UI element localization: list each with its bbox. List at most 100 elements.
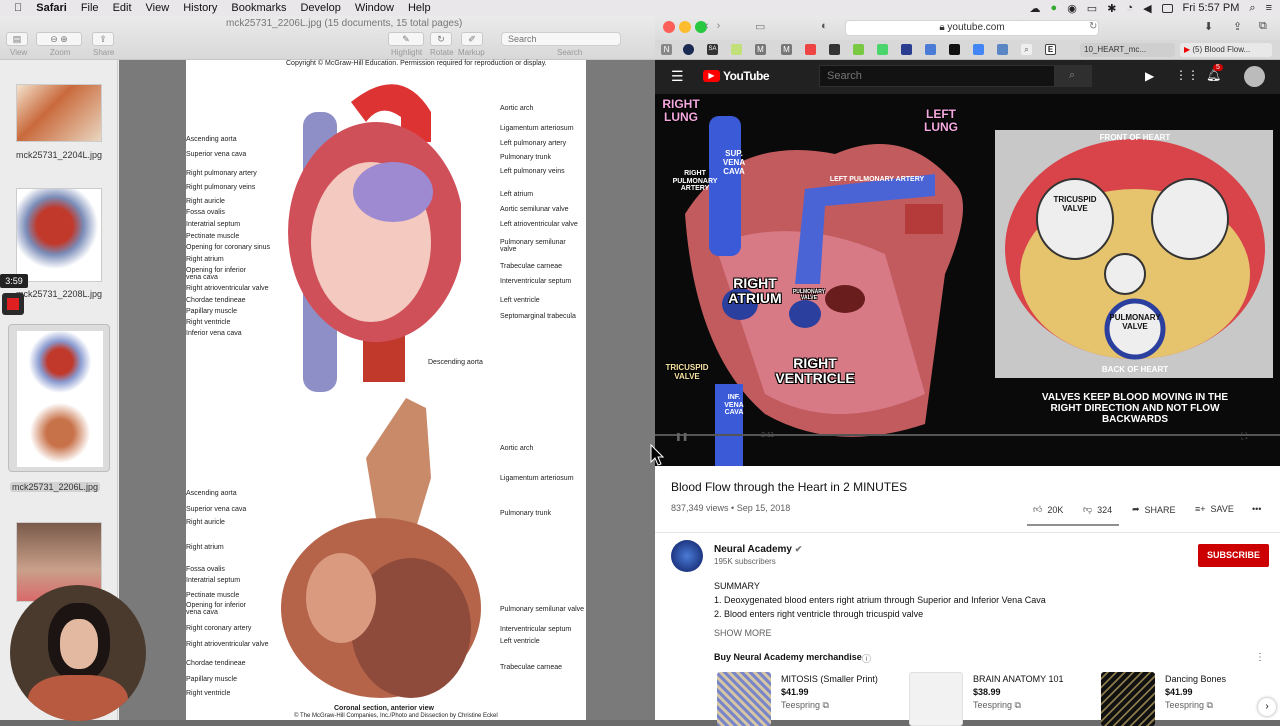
menu-develop[interactable]: Develop bbox=[300, 2, 340, 14]
account-avatar[interactable] bbox=[1244, 66, 1265, 87]
bookmark-7[interactable] bbox=[805, 44, 816, 55]
menu-history[interactable]: History bbox=[183, 2, 217, 14]
bookmark-sa[interactable]: SA bbox=[707, 44, 718, 55]
fullscreen-icon[interactable]: ⛶ bbox=[1241, 431, 1247, 442]
minimize-window-button[interactable] bbox=[679, 21, 691, 33]
subscribe-button[interactable]: SUBSCRIBE bbox=[1198, 544, 1269, 567]
bookmark-n[interactable]: N bbox=[661, 44, 672, 55]
preview-search-input[interactable] bbox=[501, 32, 621, 46]
highlight-label: Highlight bbox=[391, 48, 423, 57]
volume-icon[interactable]: ◀ bbox=[1143, 2, 1151, 15]
youtube-search-button[interactable]: ⌕ bbox=[1055, 65, 1092, 87]
cloud-icon[interactable]: ☁ bbox=[1030, 2, 1041, 15]
merch-image-3[interactable] bbox=[1101, 672, 1155, 726]
merch-item-2[interactable]: BRAIN ANATOMY 101 $38.99 Teespring ⧉ bbox=[973, 674, 1064, 711]
apps-grid-icon[interactable]: ⋮⋮ bbox=[1175, 68, 1199, 82]
label-left-atrium: Left atrium bbox=[500, 191, 534, 198]
youtube-search-input[interactable] bbox=[819, 65, 1055, 87]
create-video-icon[interactable]: ▶ bbox=[1145, 69, 1154, 83]
figure-credit: © The McGraw-Hill Companies, Inc./Photo … bbox=[294, 713, 498, 719]
forward-icon[interactable]: › bbox=[717, 20, 721, 36]
bookmark-m2[interactable]: M bbox=[781, 44, 792, 55]
share-button[interactable]: ⇪ bbox=[92, 32, 114, 46]
status-dot-icon[interactable]: ● bbox=[1051, 2, 1058, 14]
highlight-button[interactable]: ✎ bbox=[388, 32, 424, 46]
address-bar[interactable]: 🔒︎ youtube.com bbox=[845, 20, 1099, 36]
like-button[interactable]: 👍︎ 20K bbox=[1033, 504, 1063, 515]
notification-center-icon[interactable]: ≡ bbox=[1266, 2, 1272, 14]
zoom-button[interactable]: ⊖ ⊕ bbox=[36, 32, 82, 46]
merch-image-1[interactable] bbox=[717, 672, 771, 726]
menu-file[interactable]: File bbox=[81, 2, 99, 14]
label-septomarginal-trabecula: Septomarginal trabecula bbox=[500, 313, 576, 320]
youtube-tab-icon: ▶ bbox=[1184, 45, 1191, 54]
stop-recording-button[interactable] bbox=[2, 293, 24, 315]
merch-next-chevron-icon[interactable]: › bbox=[1258, 698, 1276, 716]
menu-help[interactable]: Help bbox=[408, 2, 431, 14]
close-window-button[interactable] bbox=[663, 21, 675, 33]
menu-edit[interactable]: Edit bbox=[113, 2, 132, 14]
bluetooth-icon[interactable]: ✱ bbox=[1107, 2, 1116, 15]
back-icon[interactable]: ‹ bbox=[705, 20, 709, 36]
spotlight-icon[interactable]: ⌕ bbox=[1249, 2, 1255, 15]
bookmark-e[interactable]: E bbox=[1045, 44, 1056, 55]
show-more-button[interactable]: SHOW MORE bbox=[714, 628, 772, 638]
reload-icon[interactable]: ↻ bbox=[1089, 21, 1097, 32]
menu-window[interactable]: Window bbox=[355, 2, 394, 14]
bookmark-12[interactable] bbox=[925, 44, 936, 55]
bookmark-15[interactable] bbox=[997, 44, 1008, 55]
channel-name[interactable]: Neural Academy ✔ bbox=[714, 544, 802, 555]
apple-icon[interactable]:  bbox=[14, 2, 22, 14]
merch-menu-icon[interactable]: ⋮ bbox=[1255, 652, 1265, 663]
menu-app-name[interactable]: Safari bbox=[36, 2, 67, 14]
tab-youtube-active[interactable]: ▶ (5) Blood Flow... bbox=[1180, 43, 1272, 57]
figure-caption: Coronal section, anterior view bbox=[334, 705, 434, 712]
merch-2-seller: Teespring bbox=[973, 700, 1013, 710]
bookmark-13[interactable] bbox=[949, 44, 960, 55]
markup-button[interactable]: ✐ bbox=[461, 32, 483, 46]
tabs-overview-icon[interactable]: ⧉ bbox=[1259, 20, 1267, 33]
download-icon[interactable]: ⬇ bbox=[1204, 20, 1213, 33]
menu-view[interactable]: View bbox=[146, 2, 170, 14]
merch-item-1[interactable]: MITOSIS (Smaller Print) $41.99 Teespring… bbox=[781, 674, 878, 711]
save-button[interactable]: ≡+ SAVE bbox=[1195, 504, 1234, 514]
thumbnail-1[interactable] bbox=[16, 84, 102, 142]
menu-bookmarks[interactable]: Bookmarks bbox=[231, 2, 286, 14]
wifi-icon[interactable]: ◔ bbox=[1126, 2, 1133, 14]
video-player[interactable]: RIGHT LUNG LEFT LUNG SUP. VENA CAVA RIGH… bbox=[655, 94, 1280, 466]
record-icon[interactable]: ◉ bbox=[1067, 2, 1077, 15]
bookmark-8[interactable] bbox=[829, 44, 840, 55]
view-button[interactable]: ▤ bbox=[6, 32, 28, 46]
bookmark-9[interactable] bbox=[853, 44, 864, 55]
thumbnail-3-caption[interactable]: mck25731_2206L.jpg bbox=[10, 482, 100, 492]
dislike-button[interactable]: 👎︎ 324 bbox=[1083, 504, 1112, 515]
bookmark-14[interactable] bbox=[973, 44, 984, 55]
thumbnail-3-selected[interactable] bbox=[8, 324, 110, 472]
bookmark-2[interactable] bbox=[683, 44, 694, 55]
bookmark-11[interactable] bbox=[901, 44, 912, 55]
share-icon[interactable]: ⇪ bbox=[1233, 20, 1242, 33]
share-button[interactable]: ➦ SHARE bbox=[1132, 504, 1176, 515]
menu-icon[interactable]: ☰ bbox=[671, 68, 684, 85]
privacy-icon[interactable]: ◐ bbox=[821, 20, 828, 32]
clock-text[interactable]: Fri 5:57 PM bbox=[1183, 2, 1240, 14]
more-actions-icon[interactable]: ••• bbox=[1252, 504, 1261, 514]
bookmark-16[interactable]: ⌕ bbox=[1021, 44, 1032, 55]
sidebar-icon[interactable]: ▭ bbox=[755, 20, 765, 33]
channel-avatar[interactable] bbox=[671, 540, 703, 572]
bookmark-4[interactable] bbox=[731, 44, 742, 55]
battery-icon[interactable] bbox=[1161, 3, 1173, 13]
pause-icon[interactable]: ❚❚ bbox=[675, 432, 688, 441]
rotate-button[interactable]: ↻ bbox=[430, 32, 452, 46]
merch-item-3[interactable]: Dancing Bones $41.99 Teespring ⧉ bbox=[1165, 674, 1226, 711]
bookmark-m1[interactable]: M bbox=[755, 44, 766, 55]
thumbnail-1-caption[interactable]: mck25731_2204L.jpg bbox=[0, 150, 118, 160]
tab-heart-doc[interactable]: 10_HEART_mc... bbox=[1080, 43, 1175, 57]
info-icon[interactable]: ⓘ bbox=[862, 652, 871, 665]
thumbnail-2[interactable] bbox=[16, 188, 102, 282]
merch-image-2[interactable] bbox=[909, 672, 963, 726]
screen-icon[interactable]: ▭ bbox=[1087, 2, 1097, 15]
label2-interatrial-septum: Interatrial septum bbox=[186, 577, 241, 584]
bookmark-10[interactable] bbox=[877, 44, 888, 55]
youtube-logo[interactable]: ▶ YouTube bbox=[703, 69, 770, 83]
